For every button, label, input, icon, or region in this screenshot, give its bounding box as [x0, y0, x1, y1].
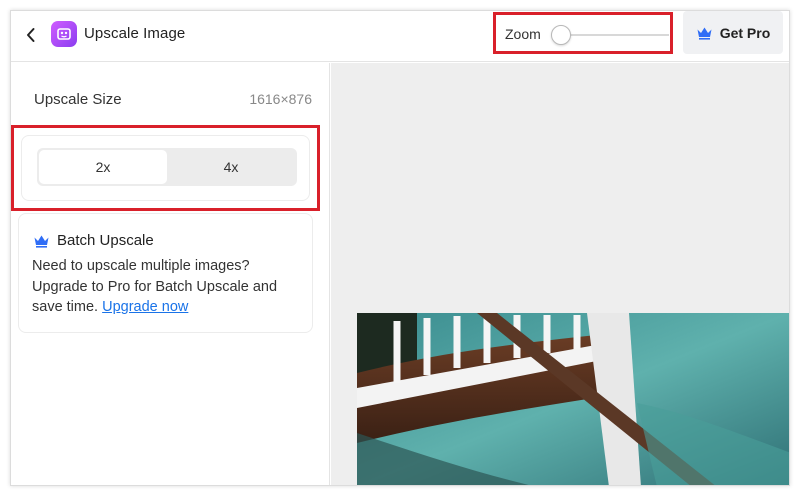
upscale-app-icon — [51, 21, 77, 47]
upscaled-image-preview — [357, 313, 789, 485]
zoom-control: Zoom — [493, 12, 673, 54]
upscale-size-value: 1616×876 — [249, 91, 312, 107]
zoom-slider-track[interactable] — [556, 34, 669, 36]
batch-upscale-title-text: Batch Upscale — [57, 232, 154, 249]
upscale-window: Upscale Image Zoom Get Pro Upscale Size … — [10, 10, 790, 486]
scale-option-4x[interactable]: 4x — [167, 150, 295, 184]
scale-selector-highlight: 2x 4x — [11, 125, 320, 211]
scale-selector-card: 2x 4x — [21, 135, 310, 201]
back-button[interactable] — [21, 25, 41, 45]
upgrade-now-link[interactable]: Upgrade now — [102, 299, 188, 315]
crown-icon — [34, 235, 49, 248]
crown-icon — [697, 27, 712, 40]
get-pro-label: Get Pro — [719, 24, 771, 41]
header-bar: Upscale Image Zoom Get Pro — [11, 11, 789, 62]
chevron-left-icon — [27, 28, 35, 42]
scale-option-2x[interactable]: 2x — [39, 150, 167, 184]
batch-upscale-title: Batch Upscale — [33, 232, 154, 249]
batch-upscale-description: Need to upscale multiple images? Upgrade… — [32, 256, 307, 318]
batch-upscale-card: Batch Upscale Need to upscale multiple i… — [18, 213, 313, 333]
image-preview-area — [331, 63, 789, 485]
upscale-size-label: Upscale Size — [34, 91, 122, 108]
get-pro-button[interactable]: Get Pro — [683, 11, 783, 54]
zoom-label: Zoom — [505, 26, 541, 42]
settings-panel: Upscale Size 1616×876 2x 4x Batch Upscal… — [11, 63, 330, 485]
scale-segmented-control: 2x 4x — [37, 148, 297, 186]
zoom-slider-thumb[interactable] — [551, 25, 571, 45]
page-title: Upscale Image — [84, 25, 186, 42]
